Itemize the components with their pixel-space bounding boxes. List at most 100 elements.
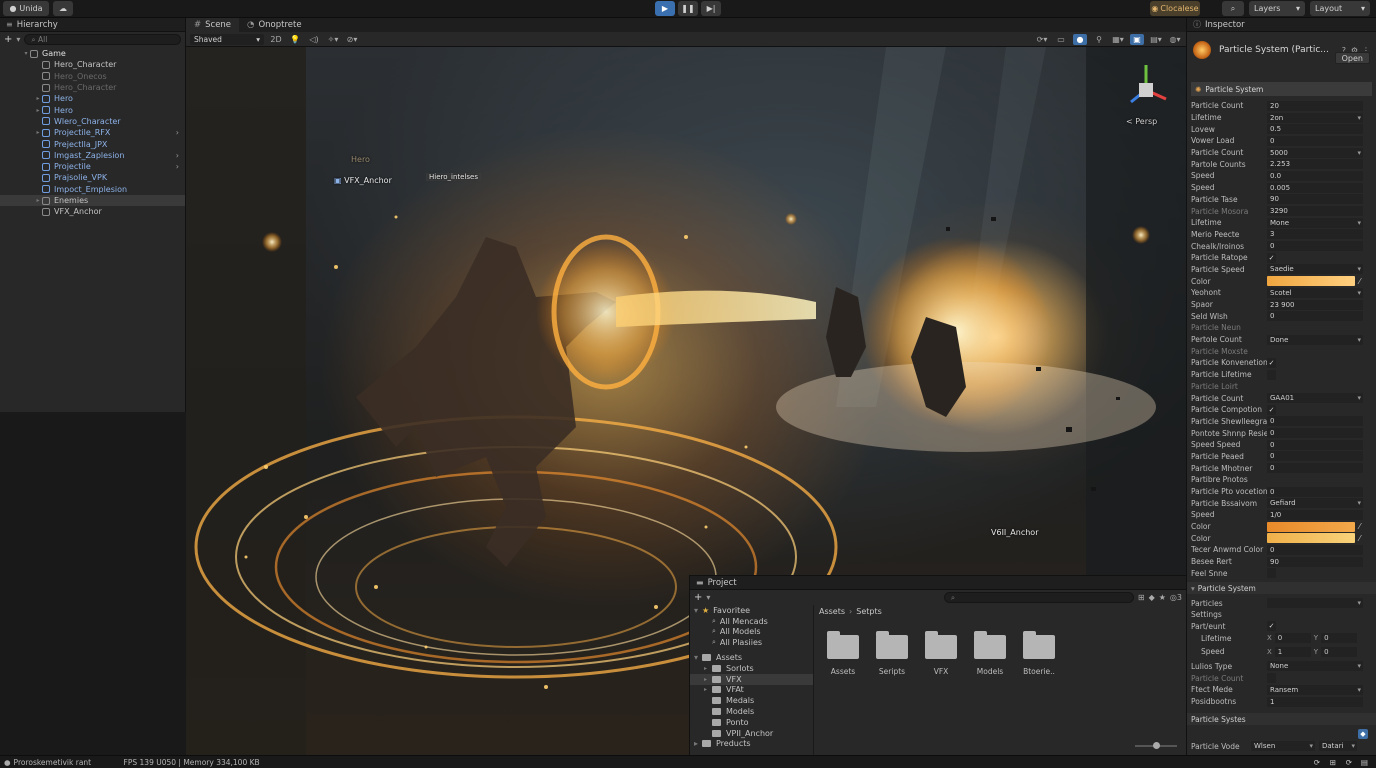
breadcrumb-leaf[interactable]: Setpts [856, 607, 882, 616]
assets-item[interactable]: Ponto [690, 717, 813, 728]
expand-arrow-icon[interactable]: ▸ [34, 95, 42, 102]
layers-dropdown[interactable]: Layers ▾ [1249, 1, 1305, 16]
property-dropdown[interactable]: Mone [1267, 217, 1363, 228]
hierarchy-item[interactable]: ▸ Projectile_RFX › [0, 127, 185, 138]
add-icon[interactable]: + [4, 34, 12, 45]
persp-label[interactable]: < Persp [1126, 117, 1157, 126]
property-dropdown[interactable]: None [1267, 661, 1363, 672]
favorites-header[interactable]: ▾ ★ Favoritee [690, 605, 813, 616]
tab-game[interactable]: ◔ Onoptrete [239, 18, 310, 32]
hierarchy-item[interactable]: Imgast_Zaplesion › [0, 150, 185, 161]
status-icon-1[interactable]: ⟳ [1314, 758, 1320, 767]
hierarchy-item[interactable]: Prajsolie_VPK [0, 172, 185, 183]
search-button[interactable]: ⌕ [1222, 1, 1244, 16]
hidden-objects-icon[interactable]: ⊘▾ [345, 34, 359, 45]
assets-item[interactable]: VPII_Anchor [690, 728, 813, 739]
zoom-slider[interactable] [1135, 742, 1177, 749]
folder-tile[interactable]: Seripts [870, 631, 914, 676]
section-header[interactable]: ▾ Particle System [1187, 582, 1376, 595]
property-checkbox[interactable] [1267, 568, 1276, 579]
expand-arrow-icon[interactable]: ▸ [34, 107, 42, 114]
gizmo-tools-icon[interactable]: ⟳▾ [1035, 34, 1049, 45]
folder-tile[interactable]: Assets [821, 631, 865, 676]
assets-item[interactable]: ▸ Sorlots [690, 663, 813, 674]
hierarchy-item[interactable]: Hero_Character [0, 59, 185, 70]
property-field[interactable]: 0.0 [1267, 170, 1363, 181]
property-field[interactable]: 3 [1267, 229, 1363, 240]
assets-header[interactable]: ▾ Assets [690, 652, 813, 663]
lifetime-y-field[interactable]: 0 [1321, 633, 1358, 644]
account-button[interactable]: ● Unida [3, 1, 49, 16]
hierarchy-item[interactable]: ▸ Enemies [0, 194, 185, 207]
folder-tile[interactable]: Models [968, 631, 1012, 676]
property-field[interactable]: 0 [1267, 428, 1363, 439]
label-icon[interactable]: ◆ [1149, 593, 1155, 602]
hierarchy-item[interactable]: VFX_Anchor [0, 206, 185, 217]
eyedropper-icon[interactable]: ⁄ [1359, 522, 1360, 531]
add-icon[interactable]: + [694, 592, 702, 603]
open-button[interactable]: Open [1334, 52, 1370, 64]
property-field[interactable]: 0 [1267, 416, 1363, 427]
star-icon[interactable]: ★ [1159, 593, 1166, 602]
favorites-item[interactable]: ⌕ All Mencads [690, 616, 813, 627]
component-header[interactable]: ✺ Particle System [1191, 82, 1372, 96]
particle-mode-dropdown[interactable]: Wlsen [1251, 741, 1315, 752]
globe-icon[interactable]: ◍▾ [1168, 34, 1182, 45]
hierarchy-item[interactable]: ▸ Hero [0, 104, 185, 115]
status-icon-3[interactable]: ⟳ [1346, 758, 1352, 767]
lighting-icon[interactable]: 💡 [288, 34, 302, 45]
property-field[interactable]: 3290 [1267, 206, 1363, 217]
mode-2d-toggle[interactable]: 2D [269, 34, 283, 45]
hierarchy-item[interactable]: ▾ Game [0, 48, 185, 59]
status-icon-2[interactable]: ⊞ [1330, 758, 1336, 767]
property-field[interactable]: 0.005 [1267, 182, 1363, 193]
chevron-right-icon[interactable]: › [176, 128, 179, 137]
step-button[interactable]: ▶| [701, 1, 721, 16]
layout-dropdown[interactable]: Layout ▾ [1310, 1, 1370, 16]
visibility-icon[interactable]: ◎3 [1170, 593, 1182, 602]
property-dropdown[interactable]: GAA01 [1267, 393, 1363, 404]
grid-icon[interactable]: ▦▾ [1111, 34, 1125, 45]
color-field[interactable] [1267, 276, 1355, 287]
lifetime-x-field[interactable]: 0 [1274, 633, 1311, 644]
folder-tile[interactable]: Btoerie.. [1017, 631, 1061, 676]
chevron-right-icon[interactable]: › [176, 151, 179, 160]
assets-item[interactable]: ▸ VFAt [690, 685, 813, 696]
hierarchy-item[interactable]: Prejectlla_JPX [0, 138, 185, 149]
chevron-right-icon[interactable]: › [176, 162, 179, 171]
snap-icon[interactable]: ⚲ [1092, 34, 1106, 45]
favorites-item[interactable]: ⌕ All Plasiies [690, 637, 813, 648]
expand-arrow-icon[interactable]: ▾ [22, 50, 30, 57]
hierarchy-item[interactable]: Hero_Character [0, 82, 185, 93]
camera-icon[interactable]: ▣ [1130, 33, 1144, 45]
property-field[interactable]: 23 900 [1267, 299, 1363, 310]
status-message[interactable]: Proroskemetivik rant [14, 758, 124, 767]
cloud-button[interactable]: ◉ Clocalese [1150, 1, 1200, 16]
effects-icon[interactable]: ✧▾ [326, 34, 340, 45]
tab-scene[interactable]: # Scene [186, 18, 240, 32]
property-field[interactable]: 20 [1267, 100, 1363, 111]
property-checkbox[interactable] [1267, 673, 1276, 684]
project-search-input[interactable]: ⌕ [943, 592, 1134, 603]
property-field[interactable]: 0 [1267, 439, 1363, 450]
assets-item[interactable]: ▸ VFX [690, 673, 813, 685]
eyedropper-icon[interactable]: ⁄ [1359, 277, 1360, 286]
property-field[interactable]: 90 [1267, 194, 1363, 205]
favorites-item[interactable]: ⌕ All Models [690, 627, 813, 638]
products-header[interactable]: ▸ Preducts [690, 739, 813, 750]
property-checkbox[interactable]: ✓ [1267, 404, 1276, 415]
property-checkbox[interactable]: ✓ [1267, 621, 1276, 632]
property-field[interactable]: 2.253 [1267, 159, 1363, 170]
particle-mode-dropdown-2[interactable]: Datari [1319, 741, 1357, 752]
assets-item[interactable]: Medals [690, 695, 813, 706]
property-field[interactable]: 0 [1267, 135, 1363, 146]
property-field[interactable]: 0 [1267, 241, 1363, 252]
property-field[interactable]: 1 [1267, 696, 1363, 707]
property-dropdown[interactable]: Saedie [1267, 264, 1363, 275]
project-tab[interactable]: ▬ Project [690, 576, 1186, 590]
property-dropdown[interactable]: Gefiard [1267, 498, 1363, 509]
property-field[interactable]: 0 [1267, 311, 1363, 322]
vfx-anchor-overlay[interactable]: ▣ VFX_Anchor [334, 176, 392, 185]
view-tool-icon[interactable]: ▭ [1054, 34, 1068, 45]
property-field[interactable]: 0 [1267, 463, 1363, 474]
